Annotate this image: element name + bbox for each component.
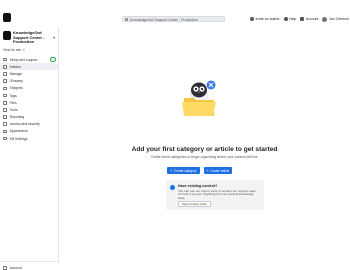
invite-author-button[interactable]: Invite an author bbox=[249, 17, 280, 21]
sidebar-item-appearance[interactable]: Appearance bbox=[0, 128, 58, 135]
create-article-button[interactable]: + Create article bbox=[203, 167, 233, 174]
sidebar-item-setup[interactable]: Setup and support bbox=[0, 56, 58, 63]
owl-folder-illustration bbox=[182, 80, 216, 116]
sidebar-divider bbox=[0, 261, 58, 262]
sidebar-item-snippets[interactable]: Snippets bbox=[0, 85, 58, 92]
sidebar-item-access-security[interactable]: Access and security bbox=[0, 121, 58, 128]
info-icon bbox=[170, 185, 175, 190]
top-actions: Invite an author Help Account Jon Creheo… bbox=[249, 15, 349, 23]
main-content: Add your first category or article to ge… bbox=[59, 27, 350, 263]
gear-icon bbox=[3, 136, 7, 141]
sidebar-item-glossary[interactable]: Glossary bbox=[0, 78, 58, 85]
help-icon bbox=[283, 17, 288, 21]
document-icon bbox=[3, 64, 7, 69]
owl-logo-icon[interactable] bbox=[3, 13, 11, 22]
snippet-icon bbox=[3, 86, 7, 91]
sidebar-item-articles[interactable]: Articles bbox=[0, 63, 58, 71]
empty-state-subtitle: Create some categories to begin organizi… bbox=[150, 155, 259, 159]
kb-title: KnowledgeOwl Support Center - Production bbox=[13, 30, 45, 45]
empty-state-actions: + Create category + Create article bbox=[167, 167, 233, 174]
user-menu-button[interactable]: Jon Creheon bbox=[322, 16, 349, 22]
sidebar-nav: Setup and support Articles Manage Glossa… bbox=[0, 56, 58, 142]
sidebar-item-tags[interactable]: Tags bbox=[0, 92, 58, 99]
plus-icon: + bbox=[170, 167, 173, 173]
tag-icon bbox=[3, 93, 7, 98]
sidebar-item-account[interactable]: Account bbox=[3, 266, 22, 270]
top-bar: KnowledgeOwl Support Center - Production… bbox=[0, 0, 350, 27]
building-icon bbox=[300, 17, 305, 21]
sidebar-item-tools[interactable]: Tools bbox=[0, 106, 58, 113]
view-site-link[interactable]: View kb site ↗ bbox=[3, 48, 25, 52]
kb-logo-icon bbox=[3, 31, 11, 40]
search-text: KnowledgeOwl Support Center - Production bbox=[130, 17, 198, 22]
plus-icon: + bbox=[206, 167, 209, 173]
create-category-button[interactable]: + Create category bbox=[167, 167, 200, 174]
avatar bbox=[322, 16, 328, 22]
progress-badge bbox=[50, 57, 56, 62]
file-icon bbox=[3, 100, 7, 105]
glossary-icon bbox=[3, 79, 7, 83]
chevron-down-icon: ▾ bbox=[53, 35, 56, 40]
search-icon bbox=[125, 18, 128, 21]
checklist-icon bbox=[3, 57, 7, 62]
empty-state-title: Add your first category or article to ge… bbox=[131, 146, 278, 153]
sidebar-item-files[interactable]: Files bbox=[0, 99, 58, 106]
help-button[interactable]: Help bbox=[283, 17, 296, 21]
book-icon bbox=[3, 72, 7, 76]
wrench-icon bbox=[3, 108, 7, 112]
account-icon bbox=[3, 266, 7, 270]
sidebar-item-manage[interactable]: Manage bbox=[0, 70, 58, 77]
palette-icon bbox=[3, 129, 7, 134]
account-button[interactable]: Account bbox=[300, 17, 318, 21]
chart-icon bbox=[3, 115, 7, 119]
sidebar: KnowledgeOwl Support Center - Production… bbox=[0, 27, 59, 270]
open-import-tools-button[interactable]: Open Import tools bbox=[178, 201, 211, 207]
sidebar-item-reporting[interactable]: Reporting bbox=[0, 114, 58, 121]
kb-search-bar[interactable]: KnowledgeOwl Support Center - Production bbox=[122, 16, 225, 22]
existing-content-callout: Have existing content? You can use our I… bbox=[166, 180, 264, 210]
lock-icon bbox=[3, 122, 7, 127]
sidebar-item-kb-settings[interactable]: KB Settings bbox=[0, 135, 58, 142]
person-plus-icon bbox=[249, 17, 254, 21]
callout-title: Have existing content? bbox=[178, 184, 218, 188]
callout-text: You can use our Import tools or contact … bbox=[178, 188, 256, 201]
